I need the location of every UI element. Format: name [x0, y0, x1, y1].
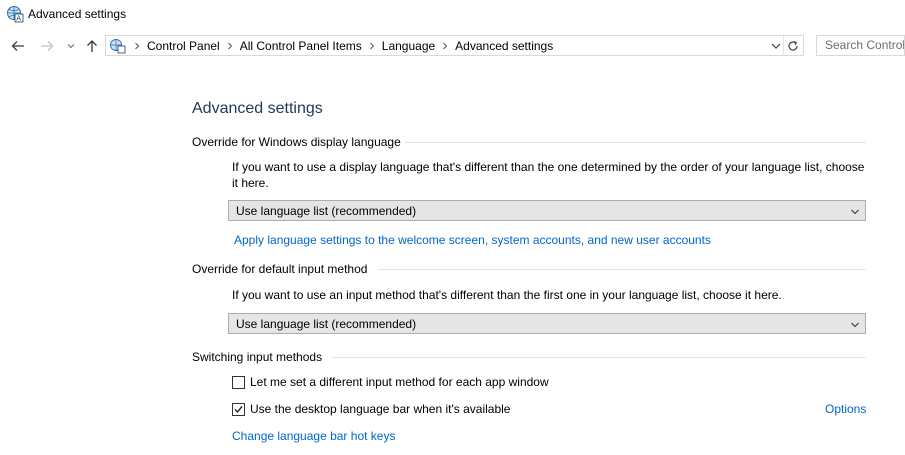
chevron-right-icon[interactable] — [129, 42, 145, 50]
section-divider — [405, 142, 866, 143]
chevron-down-icon[interactable] — [63, 38, 79, 54]
display-language-description: If you want to use a display language th… — [232, 160, 865, 190]
breadcrumb-all-items[interactable]: All Control Panel Items — [238, 39, 364, 53]
breadcrumb: Control Panel All Control Panel Items La… — [129, 36, 555, 55]
title-bar: A Advanced settings — [0, 0, 905, 30]
address-bar[interactable]: Control Panel All Control Panel Items La… — [105, 35, 804, 56]
address-history-chevron-icon[interactable] — [769, 39, 783, 53]
per-app-input-method-checkbox[interactable] — [232, 375, 245, 389]
language-bar-label[interactable]: Use the desktop language bar when it's a… — [250, 402, 510, 416]
section-title-input-method: Override for default input method — [192, 262, 368, 276]
change-hotkeys-link[interactable]: Change language bar hot keys — [232, 429, 395, 443]
input-method-description: If you want to use an input method that'… — [232, 288, 782, 302]
forward-arrow-icon[interactable] — [39, 38, 55, 54]
language-bar-checkbox[interactable] — [232, 402, 245, 416]
per-app-input-method-option[interactable]: Let me set a different input method for … — [232, 374, 549, 390]
svg-text:A: A — [16, 15, 21, 23]
breadcrumb-control-panel[interactable]: Control Panel — [145, 39, 222, 53]
apply-language-settings-link[interactable]: Apply language settings to the welcome s… — [234, 233, 711, 247]
breadcrumb-advanced-settings[interactable]: Advanced settings — [453, 39, 555, 53]
section-divider — [378, 269, 866, 270]
page-title: Advanced settings — [192, 100, 323, 117]
chevron-down-icon — [850, 206, 860, 216]
language-bar-options-link[interactable]: Options — [825, 402, 866, 416]
display-language-selected-value: Use language list (recommended) — [236, 204, 417, 218]
refresh-icon[interactable] — [785, 38, 801, 54]
chevron-right-icon[interactable] — [364, 42, 380, 50]
per-app-input-method-label[interactable]: Let me set a different input method for … — [250, 375, 549, 389]
search-input[interactable]: Search Control — [816, 35, 905, 56]
language-bar-option[interactable]: Use the desktop language bar when it's a… — [232, 401, 510, 417]
display-language-select[interactable]: Use language list (recommended) — [228, 200, 866, 221]
language-globe-icon: A — [6, 5, 24, 23]
address-divider — [783, 36, 784, 55]
section-title-display-language: Override for Windows display language — [192, 135, 401, 149]
window-title: Advanced settings — [28, 7, 127, 21]
up-arrow-icon[interactable] — [84, 38, 100, 54]
section-title-switching: Switching input methods — [192, 350, 323, 364]
chevron-right-icon[interactable] — [437, 42, 453, 50]
chevron-down-icon — [850, 319, 860, 329]
chevron-right-icon[interactable] — [222, 42, 238, 50]
input-method-selected-value: Use language list (recommended) — [236, 317, 417, 331]
breadcrumb-language[interactable]: Language — [380, 39, 437, 53]
input-method-select[interactable]: Use language list (recommended) — [228, 313, 866, 334]
back-arrow-icon[interactable] — [10, 38, 26, 54]
section-divider — [332, 357, 866, 358]
control-panel-icon — [109, 38, 127, 54]
checkmark-icon — [234, 405, 243, 413]
